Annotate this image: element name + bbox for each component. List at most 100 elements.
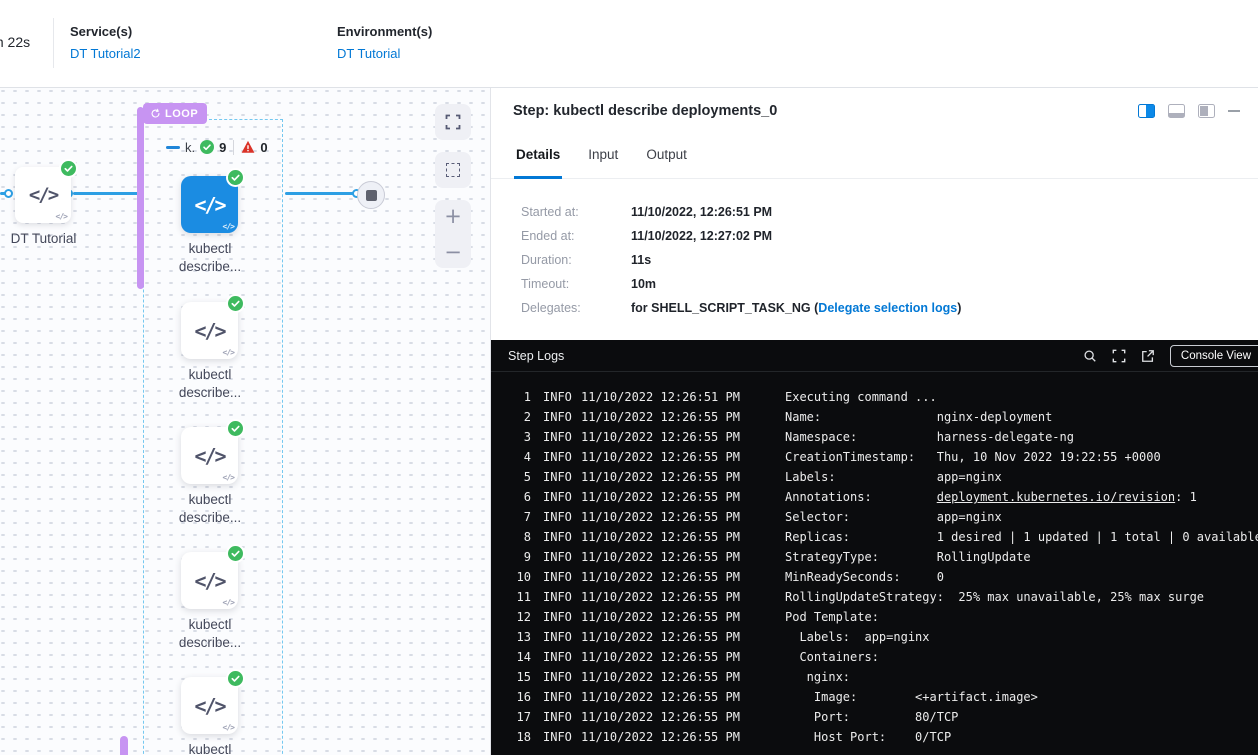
log-message: Executing command ... <box>785 387 937 407</box>
log-timestamp: 11/10/2022 12:26:55 PM <box>581 467 751 487</box>
log-line-number: 8 <box>507 527 531 547</box>
log-message: Containers: <box>785 647 879 667</box>
detail-row-duration: Duration: 11s <box>521 248 1258 272</box>
tab-details[interactable]: Details <box>514 147 562 179</box>
step-details-panel: Step: kubectl describe deployments_0 Det… <box>490 88 1258 755</box>
log-message: Host Port: 0/TCP <box>785 727 951 747</box>
zoom-out-button[interactable]: − <box>444 242 462 262</box>
log-line-number: 6 <box>507 487 531 507</box>
log-level: INFO <box>543 507 581 527</box>
log-message: StrategyType: RollingUpdate <box>785 547 1031 567</box>
log-level: INFO <box>543 407 581 427</box>
log-level: INFO <box>543 527 581 547</box>
log-level: INFO <box>543 427 581 447</box>
service-link[interactable]: DT Tutorial2 <box>70 46 141 61</box>
failed-count-icon <box>241 140 255 154</box>
step-logs: Step Logs Console View 1INFO11/10/2022 1… <box>491 340 1258 755</box>
environment-meta: Environment(s) DT Tutorial <box>337 24 432 63</box>
count-divider <box>233 140 234 155</box>
log-line-number: 17 <box>507 707 531 727</box>
mini-code-icon: </> <box>223 222 234 231</box>
external-link-icon[interactable] <box>1141 349 1155 363</box>
pipeline-canvas[interactable]: </> </> DT Tutorial LOOP k. <box>0 88 490 755</box>
expand-logs-icon[interactable] <box>1112 349 1126 363</box>
code-icon: </> <box>194 694 224 718</box>
log-message: Pod Template: <box>785 607 879 627</box>
log-timestamp: 11/10/2022 12:26:55 PM <box>581 647 751 667</box>
success-badge-icon <box>228 296 243 311</box>
log-timestamp: 11/10/2022 12:26:55 PM <box>581 447 751 467</box>
step-node-label-2: kubectl describe... <box>164 366 256 402</box>
log-level: INFO <box>543 567 581 587</box>
log-level: INFO <box>543 447 581 467</box>
console-view-button[interactable]: Console View <box>1170 345 1258 367</box>
environment-link[interactable]: DT Tutorial <box>337 46 400 61</box>
loop-left-bar-fragment <box>120 736 128 755</box>
log-line-number: 3 <box>507 427 531 447</box>
pipeline-end-node[interactable] <box>357 181 385 209</box>
log-message: Image: <+artifact.image> <box>785 687 1038 707</box>
delegates-label: Delegates: <box>521 301 631 315</box>
log-line-number: 4 <box>507 447 531 467</box>
log-lines: 1INFO11/10/2022 12:26:51 PMExecuting com… <box>491 372 1258 755</box>
environment-label: Environment(s) <box>337 24 432 39</box>
log-line-17: 17INFO11/10/2022 12:26:55 PM Port: 80/TC… <box>507 707 1258 727</box>
collapse-icon[interactable] <box>166 146 180 149</box>
log-message: Selector: app=nginx <box>785 507 1002 527</box>
stage-node-dt-tutorial[interactable]: </> </> <box>15 167 71 223</box>
panel-layout-actions <box>1138 104 1240 118</box>
log-line-4: 4INFO11/10/2022 12:26:55 PMCreationTimes… <box>507 447 1258 467</box>
step-node-2[interactable]: </> </> <box>181 302 238 359</box>
delegate-selection-logs-link[interactable]: Delegate selection logs <box>818 301 957 315</box>
log-message: Annotations: deployment.kubernetes.io/re… <box>785 487 1197 507</box>
log-line-11: 11INFO11/10/2022 12:26:55 PMRollingUpdat… <box>507 587 1258 607</box>
loop-badge-label: LOOP <box>165 108 198 120</box>
log-line-15: 15INFO11/10/2022 12:26:55 PM nginx: <box>507 667 1258 687</box>
minimize-panel-icon[interactable] <box>1228 110 1240 112</box>
edge-start-to-loop <box>73 192 139 195</box>
mini-code-icon: </> <box>223 598 234 607</box>
service-meta: Service(s) DT Tutorial2 <box>70 24 141 63</box>
step-details: Started at: 11/10/2022, 12:26:51 PM Ende… <box>491 179 1258 340</box>
code-icon: </> <box>29 184 57 206</box>
log-message: Replicas: 1 desired | 1 updated | 1 tota… <box>785 527 1258 547</box>
tab-output[interactable]: Output <box>644 147 689 179</box>
mini-code-icon: </> <box>223 348 234 357</box>
ended-value: 11/10/2022, 12:27:02 PM <box>631 229 772 243</box>
log-message: Labels: app=nginx <box>785 467 1002 487</box>
layout-split-right-icon[interactable] <box>1138 104 1155 118</box>
log-timestamp: 11/10/2022 12:26:55 PM <box>581 727 751 747</box>
step-node-1[interactable]: </> </> <box>181 176 238 233</box>
marquee-select-icon <box>446 163 460 177</box>
log-line-8: 8INFO11/10/2022 12:26:55 PMReplicas: 1 d… <box>507 527 1258 547</box>
log-level: INFO <box>543 387 581 407</box>
search-icon[interactable] <box>1083 349 1097 363</box>
step-node-5[interactable]: </></> <box>181 677 238 734</box>
layout-left-icon[interactable] <box>1198 104 1215 118</box>
log-line-number: 1 <box>507 387 531 407</box>
tab-input[interactable]: Input <box>586 147 620 179</box>
log-message: nginx: <box>785 667 850 687</box>
step-node-4[interactable]: </></> <box>181 552 238 609</box>
log-line-13: 13INFO11/10/2022 12:26:55 PM Labels: app… <box>507 627 1258 647</box>
log-line-3: 3INFO11/10/2022 12:26:55 PMNamespace: ha… <box>507 427 1258 447</box>
step-node-3[interactable]: </></> <box>181 427 238 484</box>
log-level: INFO <box>543 647 581 667</box>
canvas-fullscreen-button[interactable] <box>435 104 471 140</box>
log-line-7: 7INFO11/10/2022 12:26:55 PMSelector: app… <box>507 507 1258 527</box>
loop-badge[interactable]: LOOP <box>143 103 207 124</box>
log-timestamp: 11/10/2022 12:26:55 PM <box>581 707 751 727</box>
log-line-number: 9 <box>507 547 531 567</box>
log-timestamp: 11/10/2022 12:26:55 PM <box>581 687 751 707</box>
log-level: INFO <box>543 727 581 747</box>
start-node-in-port[interactable] <box>4 189 13 198</box>
code-icon: </> <box>194 193 224 217</box>
layout-bottom-icon[interactable] <box>1168 104 1185 118</box>
log-line-10: 10INFO11/10/2022 12:26:55 PMMinReadySeco… <box>507 567 1258 587</box>
log-line-number: 13 <box>507 627 531 647</box>
canvas-select-button[interactable] <box>435 152 471 188</box>
code-icon: </> <box>194 319 224 343</box>
log-line-14: 14INFO11/10/2022 12:26:55 PM Containers: <box>507 647 1258 667</box>
log-link[interactable]: deployment.kubernetes.io/revision <box>937 490 1175 504</box>
zoom-in-button[interactable]: + <box>444 206 462 226</box>
